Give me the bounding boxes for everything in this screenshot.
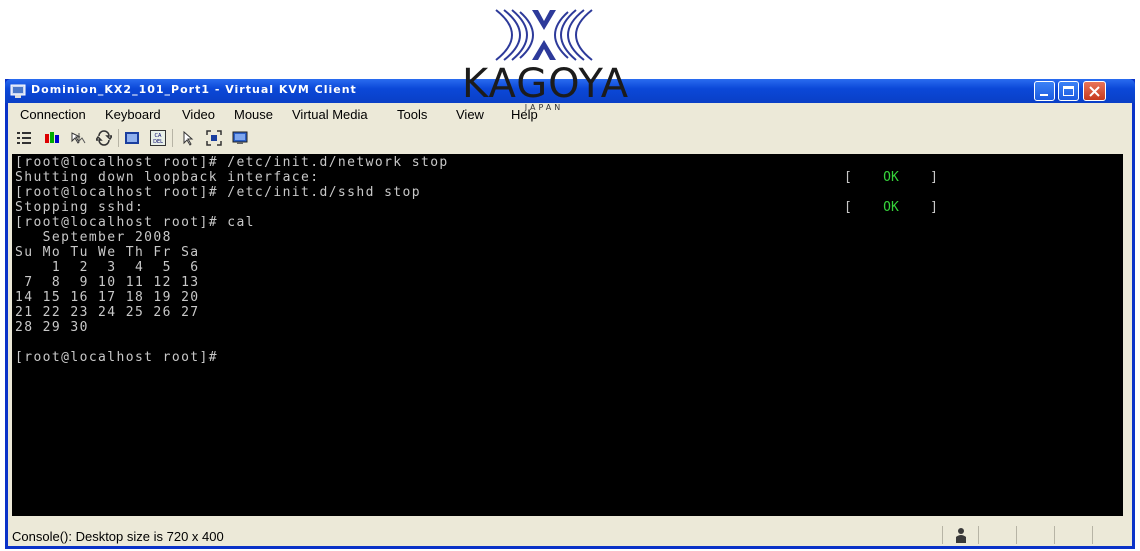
status-message: Console(): Desktop size is 720 x 400 — [12, 529, 224, 544]
status-bracket-close: ] — [930, 170, 938, 185]
close-button[interactable] — [1083, 81, 1106, 101]
minimize-icon — [1040, 94, 1048, 96]
calendar-week-row: 1 2 3 4 5 6 — [15, 260, 200, 275]
menu-keyboard[interactable]: Keyboard — [105, 107, 161, 122]
video-settings-icon[interactable] — [44, 130, 60, 146]
svg-text:DEL: DEL — [153, 139, 163, 145]
logo-subtitle: JAPAN — [524, 103, 564, 112]
single-cursor-icon[interactable] — [180, 130, 196, 146]
console-line: Stopping sshd: — [15, 200, 145, 215]
window-title: Dominion_KX2_101_Port1 - Virtual KVM Cli… — [31, 83, 357, 96]
kagoya-logo: KAGOYA JAPAN — [462, 0, 630, 112]
kagoya-logo-mark — [495, 9, 593, 61]
menu-virtual-media[interactable]: Virtual Media — [292, 107, 368, 122]
fullscreen-icon[interactable] — [206, 130, 222, 146]
calendar-week-row: 14 15 16 17 18 19 20 — [15, 290, 200, 305]
status-bracket-open: [ — [844, 200, 852, 215]
status-ok-text: OK — [883, 170, 899, 185]
menu-tools[interactable]: Tools — [397, 107, 427, 122]
toolbar-separator — [118, 129, 119, 147]
calendar-weekday-header: Su Mo Tu We Th Fr Sa — [15, 245, 200, 260]
status-cell — [1092, 526, 1130, 544]
toolbar-separator — [172, 129, 173, 147]
service-status-ok: [ OK ] — [844, 170, 938, 185]
menu-connection[interactable]: Connection — [20, 107, 86, 122]
remote-console[interactable]: [root@localhost root]# /etc/init.d/netwo… — [12, 154, 1123, 516]
console-line: [root@localhost root]# cal — [15, 215, 255, 230]
console-line: Shutting down loopback interface: — [15, 170, 320, 185]
status-bracket-open: [ — [844, 170, 852, 185]
sync-mouse-icon[interactable] — [70, 130, 86, 146]
close-icon — [1089, 86, 1100, 97]
shell-prompt: [root@localhost root]# — [15, 350, 218, 365]
status-bracket-close: ] — [930, 200, 938, 215]
screenshot-icon[interactable] — [232, 130, 248, 146]
status-cell — [1016, 526, 1054, 544]
console-line: [root@localhost root]# /etc/init.d/netwo… — [15, 155, 449, 170]
fit-screen-icon[interactable] — [124, 130, 140, 146]
service-status-ok: [ OK ] — [844, 200, 938, 215]
menu-mouse[interactable]: Mouse — [234, 107, 273, 122]
user-icon — [956, 528, 966, 543]
toolbar: CA DEL — [8, 125, 1132, 152]
status-user-cell — [942, 526, 978, 544]
ctrl-alt-del-icon[interactable]: CA DEL — [150, 130, 166, 146]
menu-video[interactable]: Video — [182, 107, 215, 122]
kvm-window-icon — [10, 84, 26, 98]
properties-icon[interactable] — [16, 130, 32, 146]
logo-wordmark: KAGOYA — [462, 61, 630, 107]
refresh-icon[interactable] — [96, 130, 112, 146]
console-line: [root@localhost root]# /etc/init.d/sshd … — [15, 185, 421, 200]
maximize-icon — [1063, 86, 1074, 96]
minimize-button[interactable] — [1034, 81, 1055, 101]
maximize-button[interactable] — [1058, 81, 1079, 101]
kvm-window: Dominion_KX2_101_Port1 - Virtual KVM Cli… — [5, 79, 1135, 549]
status-bar: Console(): Desktop size is 720 x 400 — [8, 524, 1132, 546]
calendar-month-title: September 2008 — [15, 230, 172, 245]
calendar-week-row: 28 29 30 — [15, 320, 89, 335]
status-cell — [1054, 526, 1092, 544]
calendar-week-row: 21 22 23 24 25 26 27 — [15, 305, 200, 320]
calendar-week-row: 7 8 9 10 11 12 13 — [15, 275, 200, 290]
status-cell — [978, 526, 1016, 544]
window-client-area: Connection Keyboard Video Mouse Virtual … — [8, 103, 1132, 546]
status-ok-text: OK — [883, 200, 899, 215]
